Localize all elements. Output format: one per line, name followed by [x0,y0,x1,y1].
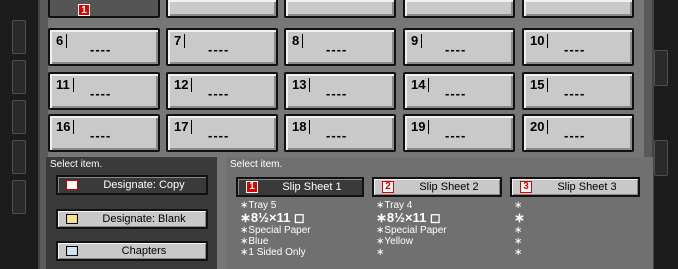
page-value: ---- [326,128,348,143]
side-tab [12,140,26,174]
page-number: 6 [56,34,68,48]
page-number-badge: 1 [78,4,90,16]
page-value: ---- [326,86,348,101]
designate-copy-label: Designate: Copy [103,179,185,191]
page-cell-19[interactable]: 19 ---- [403,114,515,152]
page-number: 13 [292,78,311,92]
designate-copy-button[interactable]: Designate: Copy [56,175,208,195]
slip-sheet-1-details: ∗Tray 5 ∗8½×11 ◻ ∗Special Paper ∗Blue ∗1… [240,200,311,258]
page-cell[interactable] [284,0,396,18]
page-value: ---- [90,86,112,101]
page-value: ---- [445,86,467,101]
page-number: 18 [292,120,311,134]
page-value: ---- [445,42,467,57]
designate-blank-label: Designate: Blank [102,213,186,225]
paper-type-text: ∗Special Paper [376,225,447,236]
paper-color-text: ∗Blue [240,236,269,247]
paper-color-text: ∗Yellow [376,236,413,247]
page-number: 9 [411,34,423,48]
side-tab [12,60,26,94]
page-value: ---- [208,128,230,143]
slip-sheet-panel: Select item. 1 Slip Sheet 1 2 Slip Sheet… [226,157,653,269]
paper-size-text: ∗8½×11 ◻ [376,210,441,225]
page-number: 12 [174,78,193,92]
page-cell-11[interactable]: 11 ---- [48,72,160,110]
page-cell-12[interactable]: 12 ---- [166,72,278,110]
page-cell-17[interactable]: 17 ---- [166,114,278,152]
side-tab [12,180,26,214]
paper-size-text: ∗ [514,210,525,225]
slip-number-badge: 1 [246,181,258,193]
page-value: ---- [208,86,230,101]
page-cell-16[interactable]: 16 ---- [48,114,160,152]
slip-number-badge: 3 [520,181,532,193]
side-tab [12,20,26,54]
page-value: ---- [564,42,586,57]
page-value: ---- [90,128,112,143]
page-cell-9[interactable]: 9 ---- [403,28,515,66]
page-number: 10 [530,34,549,48]
page-cell-6[interactable]: 6 ---- [48,28,160,66]
slip-sheet-1-label: Slip Sheet 1 [282,181,342,193]
page-number: 14 [411,78,430,92]
slip-sheet-2-button[interactable]: 2 Slip Sheet 2 [372,177,502,197]
blank-doc-icon [66,214,78,224]
slip-sheet-3-details: ∗ ∗ ∗ ∗ ∗ [514,200,525,258]
page-cell-13[interactable]: 13 ---- [284,72,396,110]
sided-text: ∗ [514,247,523,258]
page-number: 8 [292,34,304,48]
copy-doc-icon [66,180,78,190]
page-cell-14[interactable]: 14 ---- [403,72,515,110]
page-cell-20[interactable]: 20 ---- [522,114,634,152]
slip-number-badge: 2 [382,181,394,193]
paper-size-text: ∗8½×11 ◻ [240,210,305,225]
page-value: ---- [445,128,467,143]
select-item-label: Select item. [50,159,103,170]
sided-text: ∗ [376,247,385,258]
page-value: ---- [90,42,112,57]
page-cell-10[interactable]: 10 ---- [522,28,634,66]
page-number: 15 [530,78,549,92]
side-tab [654,50,668,86]
page-number: 11 [56,78,74,92]
chapters-label: Chapters [121,245,167,257]
chapters-button[interactable]: Chapters [56,241,208,261]
designate-blank-button[interactable]: Designate: Blank [56,209,208,229]
page-number: 19 [411,120,430,134]
page-number: 20 [530,120,549,134]
page-cell-15[interactable]: 15 ---- [522,72,634,110]
page-cell[interactable] [166,0,278,18]
page-cell-1[interactable]: 1 [48,0,160,18]
page-cell-7[interactable]: 7 ---- [166,28,278,66]
page-cell[interactable] [403,0,515,18]
page-value: ---- [208,42,230,57]
paper-type-text: ∗ [514,225,523,236]
page-cell-8[interactable]: 8 ---- [284,28,396,66]
page-value: ---- [564,128,586,143]
slip-sheet-1-button[interactable]: 1 Slip Sheet 1 [236,177,364,197]
left-bezel [0,0,38,269]
page-value: ---- [564,86,586,101]
page-number: 7 [174,34,186,48]
page-cell[interactable] [522,0,634,18]
slip-sheet-3-button[interactable]: 3 Slip Sheet 3 [510,177,640,197]
paper-type-text: ∗Special Paper [240,225,311,236]
page-number: 17 [174,120,193,134]
slip-sheet-2-details: ∗Tray 4 ∗8½×11 ◻ ∗Special Paper ∗Yellow … [376,200,447,258]
side-tab [654,140,668,176]
chapters-icon [66,246,78,256]
page-value: ---- [326,42,348,57]
page-cell-18[interactable]: 18 ---- [284,114,396,152]
slip-sheet-2-label: Slip Sheet 2 [419,181,479,193]
sided-text: ∗1 Sided Only [240,247,306,258]
designate-panel: Select item. Designate: Copy Designate: … [46,157,217,269]
side-tab [12,100,26,134]
slip-sheet-3-label: Slip Sheet 3 [557,181,617,193]
select-item-label: Select item. [230,159,283,170]
page-number: 16 [56,120,75,134]
paper-color-text: ∗ [514,236,523,247]
